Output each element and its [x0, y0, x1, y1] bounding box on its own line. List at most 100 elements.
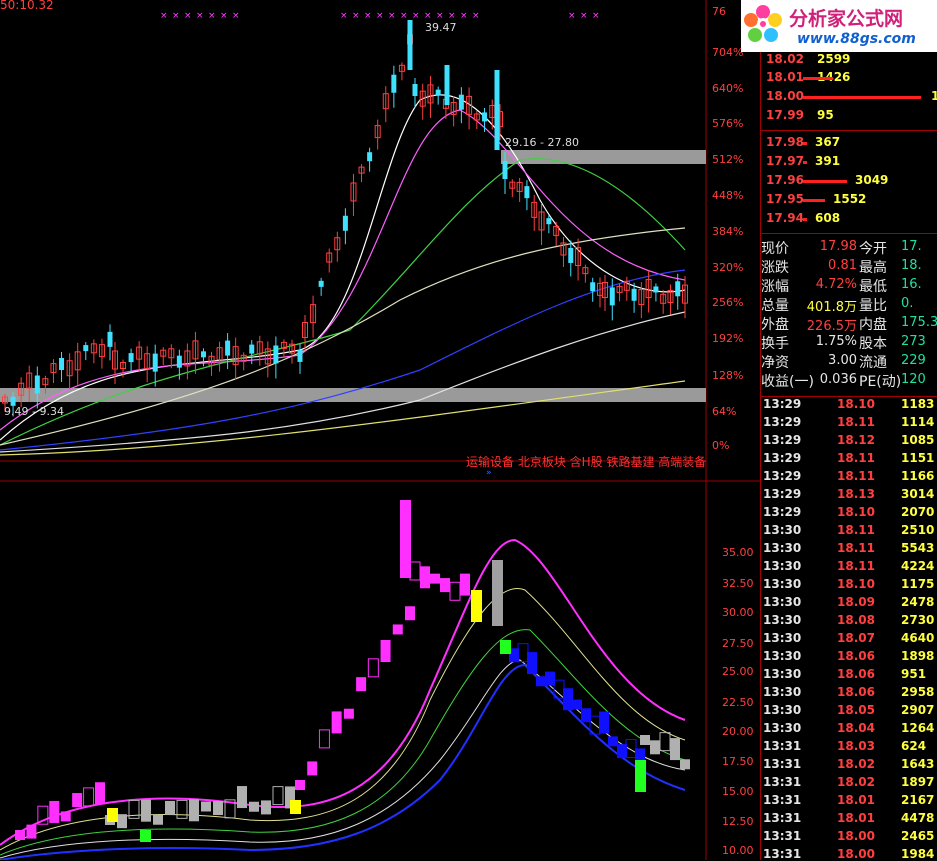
- bid-price[interactable]: 17.95: [766, 192, 804, 206]
- candle-body: [590, 282, 596, 292]
- signal-marker: ×: [376, 11, 384, 21]
- ask-price[interactable]: 18.02: [766, 52, 804, 66]
- stat-label: 换手: [761, 336, 789, 352]
- candle-body: [444, 65, 450, 105]
- candle-body: [407, 20, 413, 70]
- indicator-bar: [440, 578, 450, 593]
- trade-time: 13:29: [763, 415, 802, 429]
- trade-time: 13:31: [763, 847, 802, 861]
- trade-time: 13:30: [763, 721, 802, 735]
- signal-marker: ×: [352, 11, 360, 21]
- indicator-bar: [249, 801, 259, 812]
- candle-body: [675, 281, 681, 297]
- trade-time: 13:31: [763, 739, 802, 753]
- trade-volume: 2730: [901, 613, 935, 627]
- indicator-bar: [15, 830, 25, 840]
- indicator-bar: [49, 800, 60, 823]
- expand-arrows-icon[interactable]: »: [486, 468, 492, 478]
- bid-price[interactable]: 17.97: [766, 154, 804, 168]
- signal-marker: ×: [400, 11, 408, 21]
- ask-price[interactable]: 18.00: [766, 89, 804, 103]
- signal-marker: ×: [160, 11, 168, 21]
- indicator-axis-tick: 12.50: [722, 815, 754, 828]
- percent-axis-tick: 192%: [712, 332, 744, 345]
- indicator-bar: [140, 830, 151, 842]
- stat-value: 17.: [901, 239, 922, 254]
- bid-volume-bar: [803, 199, 825, 202]
- candle-body: [546, 218, 552, 225]
- top-left-price-label: 50:10.32: [0, 0, 54, 12]
- bid-volume-bar: [803, 218, 807, 221]
- trade-volume: 1264: [901, 721, 935, 735]
- trade-price: 18.10: [837, 397, 875, 411]
- trade-price: 18.04: [837, 721, 875, 735]
- candle-body: [249, 344, 255, 354]
- indicator-axis-tick: 22.50: [722, 696, 754, 709]
- trade-price: 18.12: [837, 433, 875, 447]
- percent-axis-tick: 576%: [712, 117, 744, 130]
- signal-marker: ×: [172, 11, 180, 21]
- ask-volume-bar: [803, 96, 921, 99]
- candle-body: [482, 112, 488, 122]
- candle-body: [225, 340, 231, 356]
- percent-axis-tick: 448%: [712, 189, 744, 202]
- bid-volume-bar: [803, 142, 807, 145]
- trade-time: 13:29: [763, 505, 802, 519]
- range-price-label: 29.16 - 27.80: [505, 136, 579, 149]
- indicator-bar: [640, 735, 650, 745]
- indicator-bar: [680, 759, 690, 770]
- candle-body: [609, 287, 615, 306]
- signal-marker: ×: [232, 11, 240, 21]
- trade-price: 18.02: [837, 775, 875, 789]
- candle-body: [568, 247, 574, 263]
- percent-axis-tick: 640%: [712, 82, 744, 95]
- signal-marker: ×: [472, 11, 480, 21]
- trade-price: 18.11: [837, 559, 875, 573]
- indicator-axis-tick: 30.00: [722, 606, 754, 619]
- stat-value: 1.75%: [815, 334, 857, 349]
- concept-tags[interactable]: 运输设备 北京板块 含H股 铁路基建 高端装备: [466, 453, 706, 470]
- stat-label: PE(动): [859, 374, 902, 390]
- signal-marker: ×: [184, 11, 192, 21]
- candle-body: [494, 70, 500, 150]
- signal-marker: ×: [208, 11, 216, 21]
- percent-axis-tick: 384%: [712, 225, 744, 238]
- stat-value: 18.: [901, 258, 922, 273]
- bid-price[interactable]: 17.96: [766, 173, 804, 187]
- trade-volume: 4640: [901, 631, 935, 645]
- bid-price[interactable]: 17.94: [766, 211, 804, 225]
- signal-marker: ×: [340, 11, 348, 21]
- bid-volume-bar: [803, 161, 807, 164]
- trade-time: 13:31: [763, 829, 802, 843]
- indicator-bar: [165, 800, 175, 815]
- trade-price: 18.08: [837, 613, 875, 627]
- stat-label: 最高: [859, 260, 887, 276]
- price-chart-canvas[interactable]: × × × × × × × × × × × × × × × × × × × × × ×: [0, 0, 760, 860]
- trade-volume: 4478: [901, 811, 935, 825]
- stat-label: 总量: [761, 298, 789, 314]
- trade-time: 13:30: [763, 703, 802, 717]
- indicator-bar: [343, 708, 354, 719]
- indicator-axis-tick: 35.00: [722, 546, 754, 559]
- logo-url[interactable]: www.88gs.com: [797, 31, 916, 47]
- trade-time: 13:31: [763, 757, 802, 771]
- indicator-bar: [400, 500, 411, 578]
- stat-value: 226.5万: [806, 319, 857, 334]
- candle-body: [176, 355, 182, 368]
- trade-volume: 5543: [901, 541, 935, 555]
- trade-time: 13:29: [763, 469, 802, 483]
- indicator-bar: [95, 782, 105, 805]
- percent-axis-tick: 0%: [712, 439, 730, 452]
- ask-price[interactable]: 18.01: [766, 70, 804, 84]
- indicator-axis-tick: 25.00: [722, 665, 754, 678]
- candle-body: [502, 161, 508, 179]
- ask-price[interactable]: 17.99: [766, 108, 804, 122]
- bid-price[interactable]: 17.98: [766, 135, 804, 149]
- trade-price: 18.07: [837, 631, 875, 645]
- signal-marker: ×: [220, 11, 228, 21]
- trade-price: 18.02: [837, 757, 875, 771]
- trade-volume: 1984: [901, 847, 935, 861]
- indicator-bar: [290, 800, 301, 814]
- bid-volume-bar: [803, 180, 847, 183]
- trade-volume: 2907: [901, 703, 935, 717]
